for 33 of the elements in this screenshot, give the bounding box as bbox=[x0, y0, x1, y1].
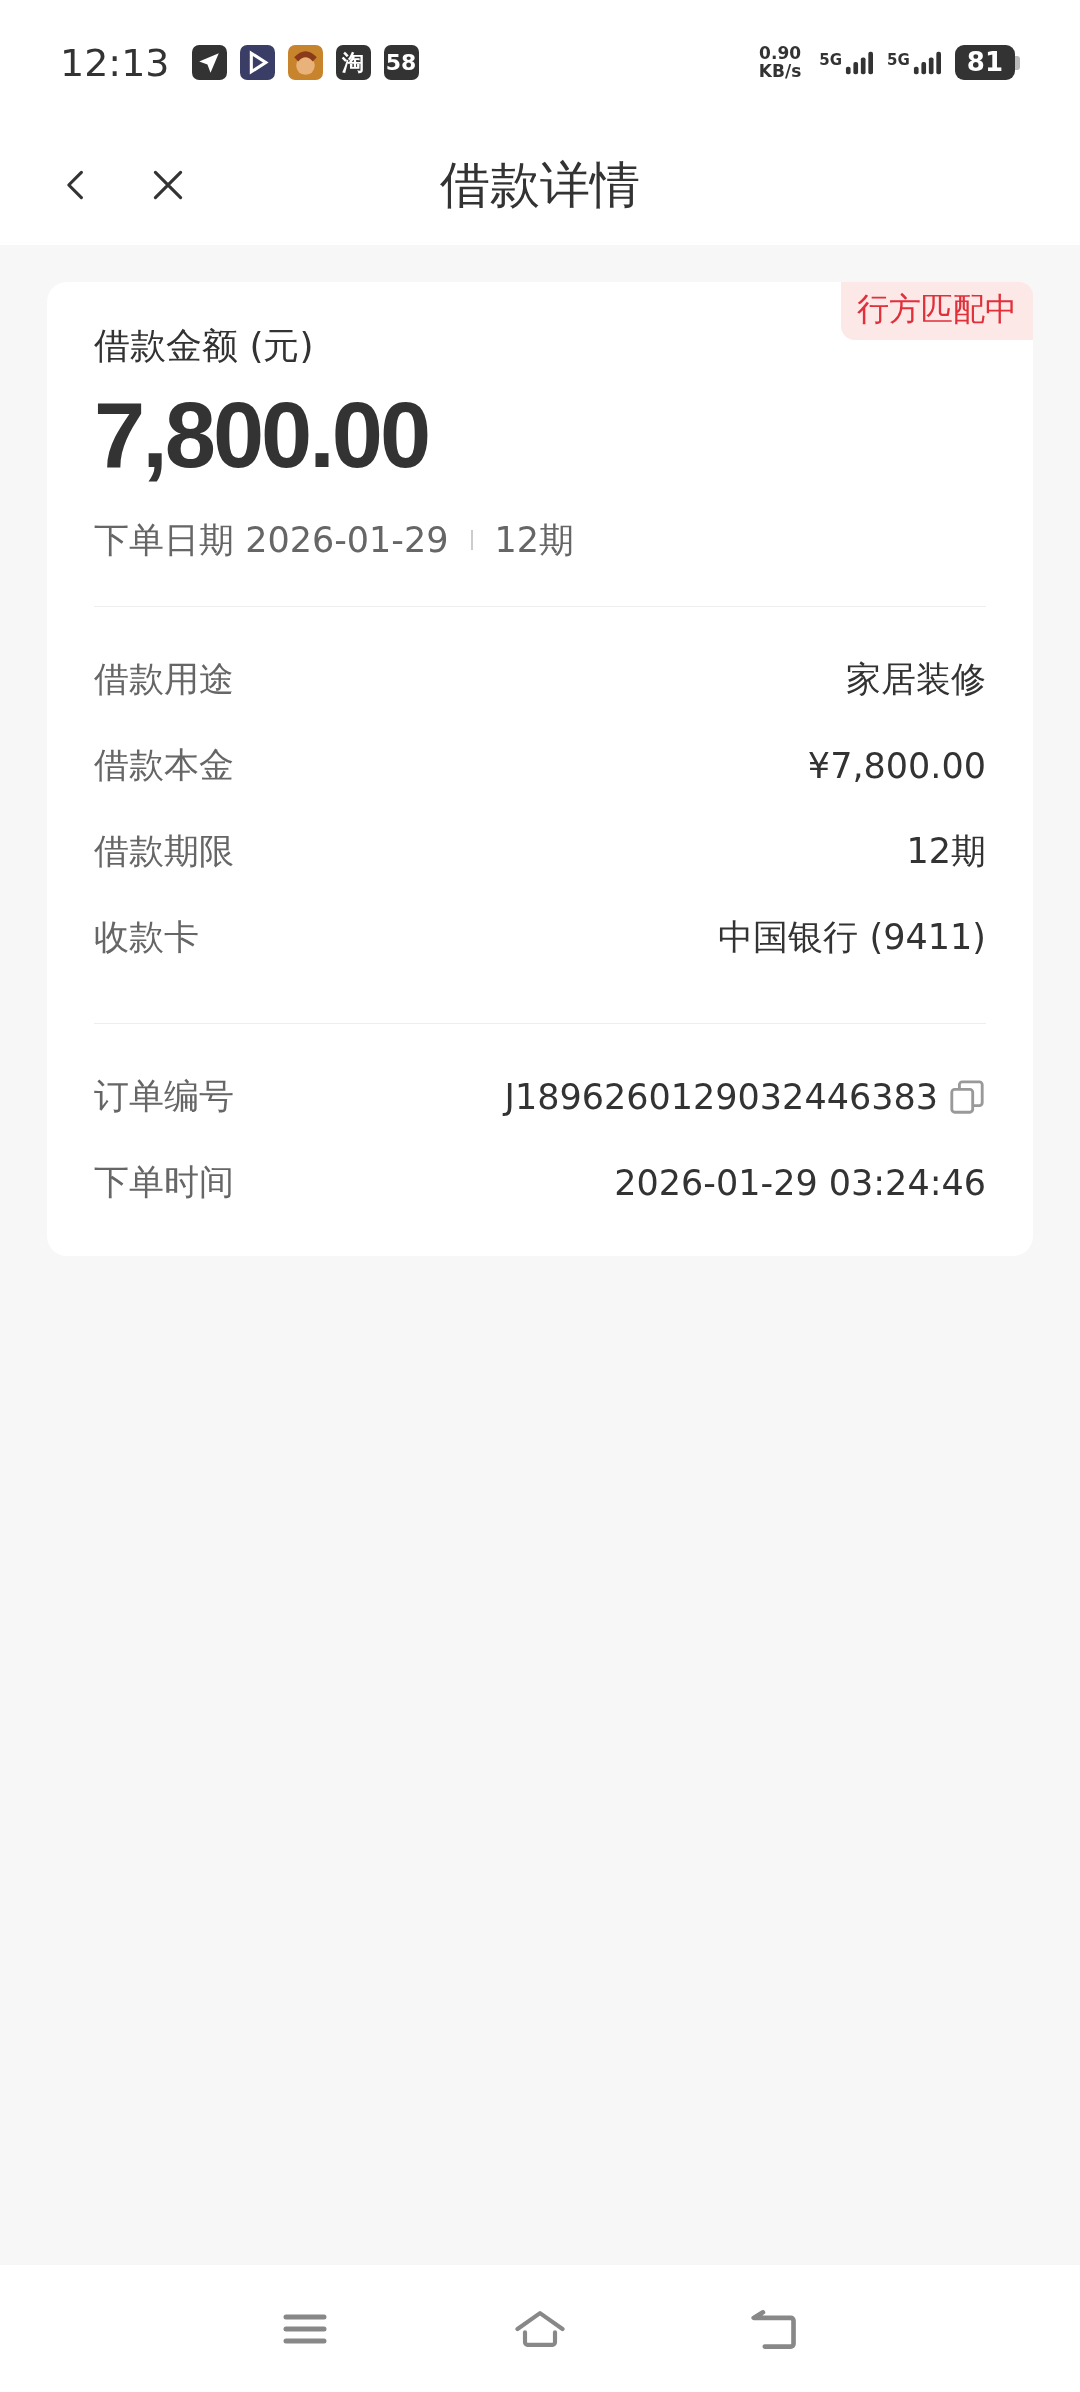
detail-value: 12期 bbox=[906, 830, 986, 874]
battery-level: 81 bbox=[954, 44, 1015, 81]
signal-icon bbox=[845, 50, 874, 75]
network-speed-unit: KB/s bbox=[758, 62, 802, 81]
copy-icon[interactable] bbox=[948, 1077, 986, 1116]
loan-term: 12期 bbox=[494, 518, 575, 562]
app-icon: 淘 bbox=[335, 45, 371, 80]
detail-label: 借款期限 bbox=[94, 830, 234, 874]
network-speed: 0.90 bbox=[759, 44, 802, 63]
signal-icon bbox=[912, 50, 941, 75]
detail-value: 家居装修 bbox=[846, 658, 986, 702]
loan-amount: 7,800.00 bbox=[94, 383, 430, 488]
detail-label: 收款卡 bbox=[94, 916, 199, 960]
paper-plane-icon bbox=[191, 45, 227, 80]
detail-label: 借款用途 bbox=[94, 658, 234, 702]
detail-label: 下单时间 bbox=[94, 1161, 234, 1205]
app-icon: 58 bbox=[383, 45, 419, 80]
network-type: 5G bbox=[887, 50, 910, 69]
game-app-icon bbox=[287, 45, 323, 80]
status-badge: 行方匹配中 bbox=[841, 282, 1033, 340]
play-icon bbox=[239, 45, 275, 80]
order-date: 下单日期 2026-01-29 bbox=[94, 518, 449, 562]
detail-value: 2026-01-29 03:24:46 bbox=[614, 1162, 986, 1203]
detail-label: 订单编号 bbox=[94, 1075, 234, 1119]
amount-label: 借款金额 (元) bbox=[94, 324, 315, 368]
detail-label: 借款本金 bbox=[94, 744, 234, 788]
status-time: 12:13 bbox=[60, 40, 170, 85]
detail-value: ¥7,800.00 bbox=[807, 745, 986, 786]
page-title: 借款详情 bbox=[440, 154, 640, 216]
network-type: 5G bbox=[819, 50, 843, 69]
battery-cap bbox=[1015, 55, 1020, 70]
detail-value: J1896260129032446383 bbox=[504, 1076, 938, 1117]
detail-value: 中国银行 (9411) bbox=[718, 916, 986, 960]
